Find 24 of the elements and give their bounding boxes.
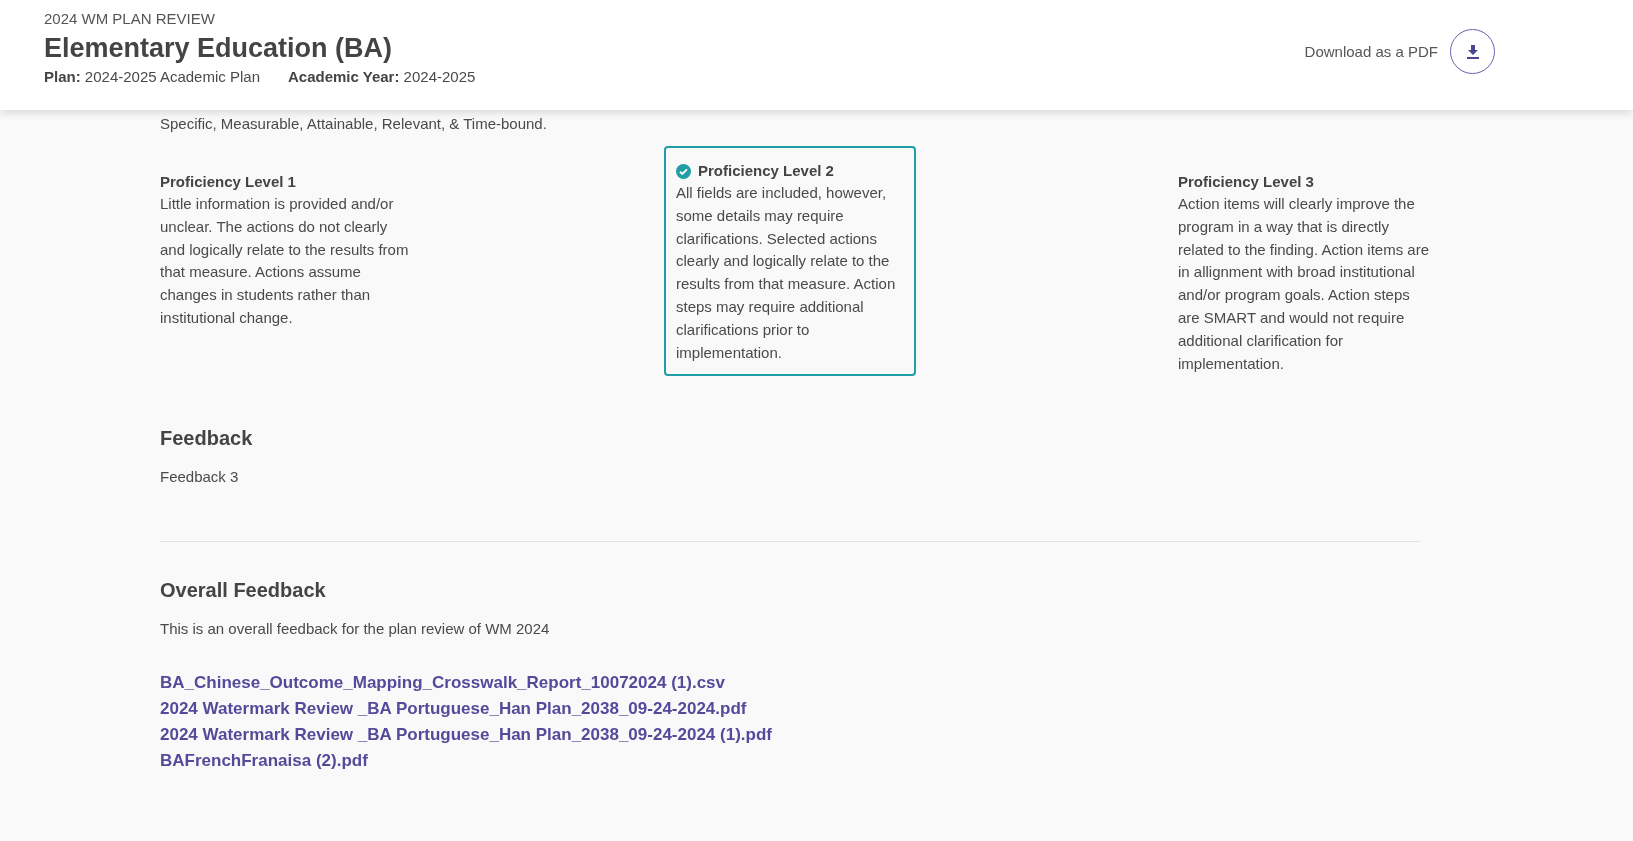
section-heading: Feedback — [160, 427, 254, 451]
file-link[interactable]: 2024 Watermark Review _BA Portuguese_Han Plan_2038_09-24-2024.pdf — [160, 696, 747, 723]
download-label: Download as a PDF — [1304, 43, 1438, 60]
level-title: Proficiency Level 1 — [160, 172, 296, 192]
download-icon — [1465, 43, 1480, 60]
level-description: All fields are included, however, some details may require clarifications. Selected actions clearly and logically relate to the results from that measure. Action steps may require additional clarifications prior to implementation. — [676, 183, 897, 363]
proficiency-option[interactable] — [664, 146, 916, 377]
feedback-text: This is an overall feedback for the plan review of WM 2024 — [160, 620, 551, 638]
overline-text: 2024 WM PLAN REVIEW — [44, 10, 216, 27]
level-description: Little information is provided and/or unclear. The actions do not clearly and logically relate to the results from that measure. Actions assume changes in students rather than institutional change. — [160, 194, 410, 328]
level-description: Action items will clearly improve the program in a way that is directly related to the finding. Action items are in allignment with broad institutional and/or program goals. Action steps are SMART and would not require additional clarification for implementation. — [1178, 194, 1430, 374]
download-button[interactable] — [1450, 29, 1495, 74]
section-heading: Overall Feedback — [160, 579, 327, 603]
meta-text: Academic Year: 2024-2025 — [288, 68, 476, 85]
feedback-text: Feedback 3 — [160, 468, 240, 486]
file-link[interactable]: BA_Chinese_Outcome_Mapping_Crosswalk_Report_10072024 (1).csv — [160, 670, 725, 697]
intro-text: Specific, Measurable, Attainable, Relevant, & Time-bound. — [160, 114, 548, 134]
level-title: Proficiency Level 2 — [698, 161, 834, 181]
page-title: Elementary Education (BA) — [44, 33, 394, 64]
level-title: Proficiency Level 3 — [1178, 172, 1314, 192]
file-link[interactable]: BAFrenchFranaisa (2).pdf — [160, 748, 368, 775]
file-link[interactable]: 2024 Watermark Review _BA Portuguese_Han Plan_2038_09-24-2024 (1).pdf — [160, 722, 772, 749]
meta-text: Plan: 2024-2025 Academic Plan — [44, 68, 260, 85]
check-circle-icon — [676, 163, 691, 179]
